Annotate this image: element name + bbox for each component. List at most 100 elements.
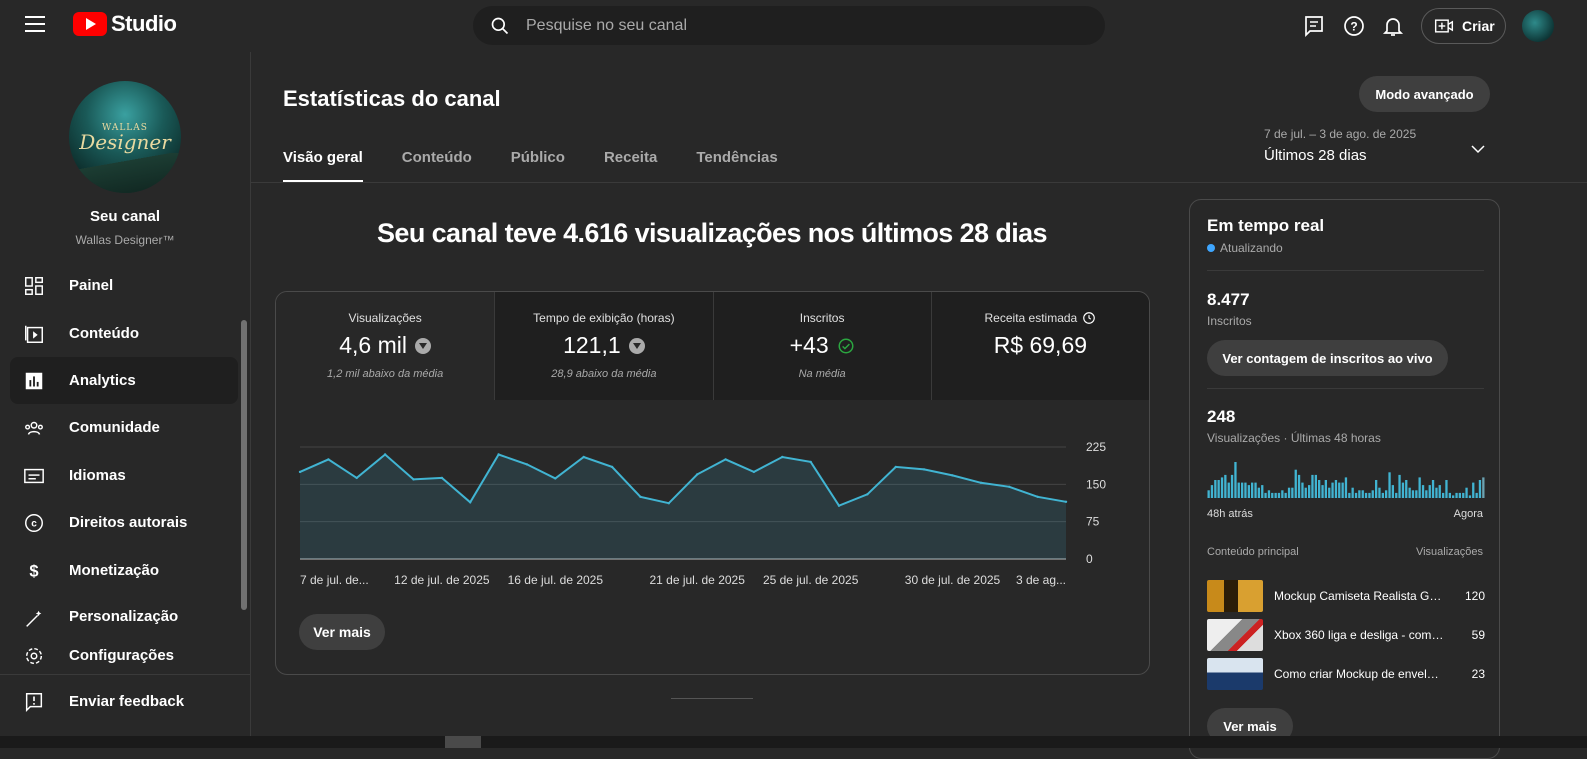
chart-point[interactable] <box>752 470 756 474</box>
metric-views[interactable]: Visualizações 4,6 mil 1,2 mil abaixo da … <box>276 292 495 400</box>
realtime-bar[interactable] <box>1328 487 1331 498</box>
realtime-bar[interactable] <box>1301 482 1304 498</box>
top-video-row[interactable]: Mockup Camiseta Realista Gratuito 120 <box>1207 579 1485 613</box>
realtime-bar[interactable] <box>1271 492 1274 498</box>
realtime-bar[interactable] <box>1411 490 1415 498</box>
tab-tendencias[interactable]: Tendências <box>696 149 777 182</box>
realtime-bar[interactable] <box>1254 482 1257 498</box>
realtime-bar[interactable] <box>1257 487 1260 498</box>
realtime-bar[interactable] <box>1234 462 1237 498</box>
sidebar-item-personalizacao[interactable]: Personalização <box>10 594 238 630</box>
realtime-bar[interactable] <box>1287 487 1291 498</box>
chart-point[interactable] <box>979 481 983 484</box>
realtime-bar[interactable] <box>1261 485 1264 498</box>
realtime-bar[interactable] <box>1321 485 1324 498</box>
channel-avatar[interactable]: WALLAS Designer <box>69 81 181 193</box>
realtime-bar[interactable] <box>1438 485 1441 498</box>
sidebar-item-painel[interactable]: Painel <box>10 262 238 309</box>
realtime-bar[interactable] <box>1428 485 1431 498</box>
realtime-bar[interactable] <box>1415 490 1418 498</box>
realtime-bar[interactable] <box>1308 485 1311 498</box>
realtime-bar[interactable] <box>1421 485 1425 498</box>
help-icon[interactable]: ? <box>1342 14 1366 38</box>
metric-watch-time[interactable]: Tempo de exibição (horas) 121,1 28,9 aba… <box>494 292 713 400</box>
realtime-bar[interactable] <box>1381 492 1384 498</box>
realtime-bar[interactable] <box>1361 490 1364 498</box>
realtime-bar[interactable] <box>1391 485 1394 498</box>
chevron-down-icon[interactable] <box>1469 140 1487 158</box>
sidebar-item-comunidade[interactable]: Comunidade <box>10 404 238 451</box>
realtime-bar[interactable] <box>1220 477 1224 498</box>
chart-point[interactable] <box>1008 485 1011 488</box>
realtime-bar[interactable] <box>1334 480 1338 498</box>
realtime-bar[interactable] <box>1405 480 1408 498</box>
realtime-bar[interactable] <box>1358 490 1361 498</box>
sidebar-item-direitos-autorais[interactable]: c Direitos autorais <box>10 499 238 546</box>
realtime-bar[interactable] <box>1291 487 1294 498</box>
realtime-bar[interactable] <box>1472 482 1475 498</box>
chart-point[interactable] <box>639 495 642 498</box>
realtime-bar[interactable] <box>1418 477 1421 498</box>
realtime-bar[interactable] <box>1375 480 1378 498</box>
chart-point[interactable] <box>327 458 330 461</box>
realtime-bar[interactable] <box>1348 492 1351 498</box>
date-range-picker[interactable]: 7 de jul. – 3 de ago. de 2025 Últimos 28… <box>1264 127 1416 164</box>
realtime-bar[interactable] <box>1401 482 1405 498</box>
realtime-bar[interactable] <box>1354 492 1358 498</box>
chart-point[interactable] <box>866 493 869 496</box>
sidebar-item-idiomas[interactable]: Idiomas <box>10 452 238 499</box>
realtime-bar[interactable] <box>1478 480 1482 498</box>
chart-point[interactable] <box>412 478 415 481</box>
chart-point[interactable] <box>582 455 585 459</box>
realtime-bar[interactable] <box>1264 492 1267 498</box>
realtime-bar[interactable] <box>1452 495 1455 498</box>
chart-point[interactable] <box>781 455 784 459</box>
notifications-icon[interactable] <box>1381 14 1405 38</box>
advanced-mode-button[interactable]: Modo avançado <box>1359 76 1490 112</box>
sidebar-item-configuracoes[interactable]: Configurações <box>10 632 238 679</box>
realtime-bar[interactable] <box>1364 492 1368 498</box>
realtime-bar[interactable] <box>1267 490 1271 498</box>
realtime-bar[interactable] <box>1247 485 1250 498</box>
realtime-bar[interactable] <box>1448 492 1451 498</box>
studio-logo[interactable]: Studio <box>73 11 177 37</box>
realtime-bar[interactable] <box>1274 492 1277 498</box>
realtime-bar[interactable] <box>1468 495 1472 498</box>
realtime-bar[interactable] <box>1227 482 1230 498</box>
realtime-bar[interactable] <box>1214 480 1217 498</box>
chart-point[interactable] <box>383 453 387 456</box>
chart-point[interactable] <box>837 504 841 507</box>
chart-point[interactable] <box>469 501 472 504</box>
see-more-button[interactable]: Ver mais <box>299 614 385 650</box>
realtime-bar[interactable] <box>1304 487 1307 498</box>
realtime-bar[interactable] <box>1351 487 1354 498</box>
tab-publico[interactable]: Público <box>511 149 565 182</box>
scrollbar-thumb[interactable] <box>445 736 481 748</box>
realtime-bar[interactable] <box>1281 490 1284 498</box>
realtime-bar[interactable] <box>1217 480 1220 498</box>
realtime-bar[interactable] <box>1284 492 1287 498</box>
account-avatar[interactable] <box>1522 10 1554 42</box>
realtime-bar[interactable] <box>1241 482 1244 498</box>
chart-point[interactable] <box>497 453 500 456</box>
chart-point[interactable] <box>440 476 444 480</box>
create-button[interactable]: Criar <box>1421 8 1506 44</box>
realtime-bar[interactable] <box>1442 492 1445 498</box>
realtime-bar[interactable] <box>1338 482 1341 498</box>
realtime-bar[interactable] <box>1378 487 1381 498</box>
realtime-bar[interactable] <box>1455 492 1458 498</box>
chart-point[interactable] <box>355 476 358 480</box>
horizontal-scrollbar[interactable] <box>0 736 1587 748</box>
chart-point[interactable] <box>951 474 954 477</box>
sidebar-item-conteudo[interactable]: Conteúdo <box>10 310 238 357</box>
realtime-bar[interactable] <box>1230 474 1234 498</box>
realtime-bar[interactable] <box>1475 492 1478 498</box>
realtime-bar[interactable] <box>1224 474 1227 498</box>
chart-point[interactable] <box>809 460 812 464</box>
realtime-bar[interactable] <box>1371 490 1374 498</box>
metric-subscribers[interactable]: Inscritos +43 Na média <box>712 292 931 400</box>
realtime-bar[interactable] <box>1445 480 1448 498</box>
realtime-bar[interactable] <box>1462 492 1465 498</box>
search-box[interactable] <box>473 6 1105 45</box>
realtime-bar[interactable] <box>1251 482 1254 498</box>
